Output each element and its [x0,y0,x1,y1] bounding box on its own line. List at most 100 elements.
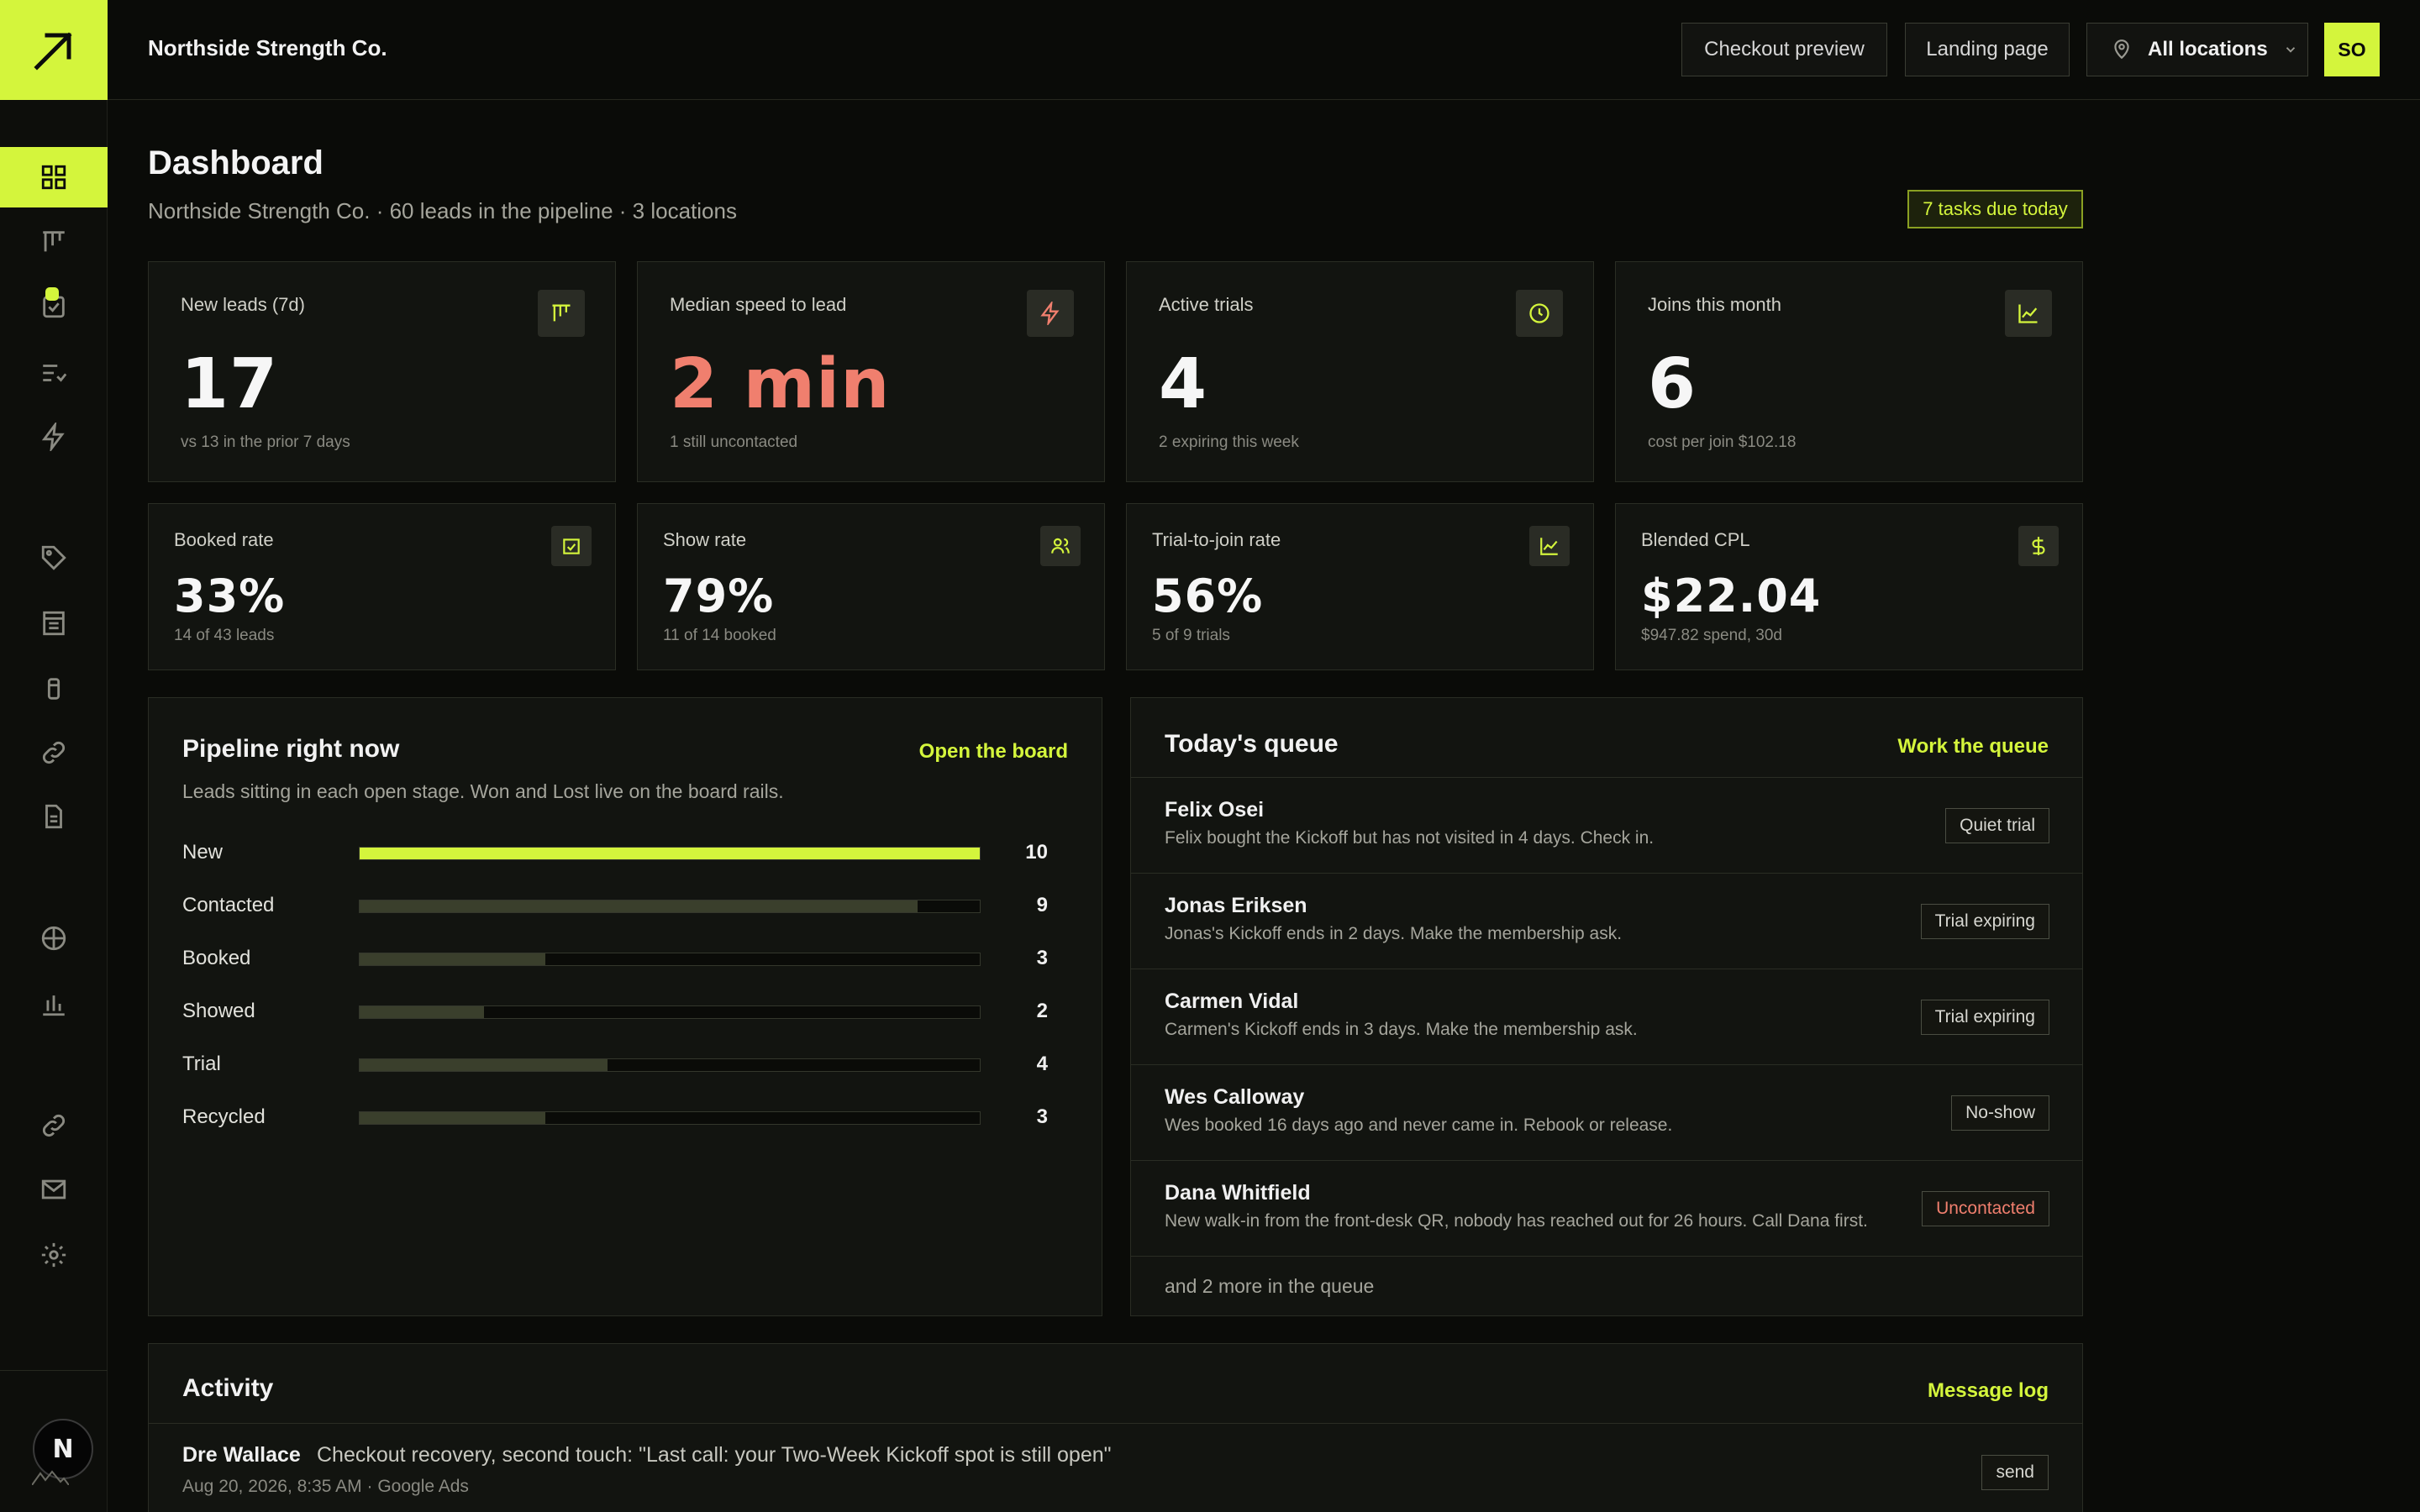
work-queue-link[interactable]: Work the queue [1897,735,2049,759]
map-pin-icon [2114,39,2129,60]
page-subtitle: Northside Strength Co. · 60 leads in the… [148,198,737,223]
stat-note: 2 expiring this week [1159,433,1299,451]
sidebar-item-reports[interactable] [0,974,108,1034]
queue-item-name: Carmen Vidal [1165,990,1299,1013]
pipeline-stage-label: Contacted [182,894,275,916]
queue-item-tag: Trial expiring [1920,904,2049,939]
stat-icon [538,290,585,337]
landing-page-button[interactable]: Landing page [1905,23,2070,76]
bolt-icon [1040,302,1060,325]
sidebar-item-links[interactable] [0,722,108,783]
stat-card-joins: Joins this month 6 cost per join $102.18 [1615,261,2083,482]
stat-note: 5 of 9 trials [1152,627,1230,644]
stat-card-trial-to-join: Trial-to-join rate 56% 5 of 9 trials [1126,503,1594,670]
pipeline-bar-fill [360,848,980,859]
stat-label: Booked rate [174,529,274,550]
queue-item-description: Carmen's Kickoff ends in 3 days. Make th… [1165,1020,1638,1039]
queue-more-text: and 2 more in the queue [1165,1275,1375,1297]
pipeline-bar-fill [360,1112,545,1124]
stat-label: Blended CPL [1641,529,1750,550]
stat-label: Active trials [1159,294,1254,315]
bolt-icon [41,423,65,451]
queue-more-row[interactable]: and 2 more in the queue [1131,1256,2083,1315]
mountain-logo-icon [32,1470,69,1485]
queue-item[interactable]: Dana Whitfield New walk-in from the front… [1131,1160,2083,1256]
sidebar-item-devices[interactable] [0,659,108,719]
queue-item-tag: Uncontacted [1922,1191,2049,1226]
sidebar-item-board[interactable] [0,212,108,272]
trend-chart-icon [2018,304,2038,323]
sidebar-item-documents[interactable] [0,786,108,847]
message-log-link[interactable]: Message log [1928,1379,2049,1403]
sidebar-item-tasks[interactable] [0,276,108,336]
sidebar-item-queue[interactable] [0,343,108,403]
pipeline-description: Leads sitting in each open stage. Won an… [182,780,784,802]
app-logo[interactable] [0,0,108,100]
sidebar-item-forms[interactable] [0,593,108,654]
stat-card-active-trials: Active trials 4 2 expiring this week [1126,261,1594,482]
queue-item-description: Jonas's Kickoff ends in 2 days. Make the… [1165,924,1623,943]
activity-contact-name: Dre Wallace [182,1443,301,1467]
sidebar-item-offers[interactable] [0,528,108,588]
stat-icon [551,526,592,566]
sidebar-item-automations[interactable] [0,407,108,467]
sidebar-divider [0,1370,108,1371]
stat-icon [2018,526,2059,566]
queue-item[interactable]: Wes Calloway Wes booked 16 days ago and n… [1131,1064,2083,1160]
sidebar-item-sites[interactable] [0,908,108,969]
pipeline-stage-label: Recycled [182,1105,266,1128]
queue-item-name: Felix Osei [1165,798,1265,822]
pipeline-stage-count: 9 [1036,894,1048,916]
chevron-down-icon [2286,47,2295,53]
org-name: Northside Strength Co. [148,35,387,60]
queue-item[interactable]: Jonas Eriksen Jonas's Kickoff ends in 2 d… [1131,873,2083,969]
stat-note: cost per join $102.18 [1648,433,1797,451]
sidebar-item-messages[interactable] [0,1159,108,1220]
queue-item[interactable]: Carmen Vidal Carmen's Kickoff ends in 3 d… [1131,969,2083,1064]
stat-icon [1040,526,1081,566]
location-select[interactable]: All locations [2086,23,2308,76]
tag-icon [41,545,66,570]
pipeline-stage-count: 4 [1036,1053,1048,1075]
pipeline-title: Pipeline right now [182,735,400,763]
queue-item-name: Jonas Eriksen [1165,894,1307,917]
pipeline-stage-count: 2 [1036,1000,1048,1022]
stat-value: 56% [1152,570,1264,622]
stat-label: Show rate [663,529,747,550]
sidebar-item-settings[interactable] [0,1225,108,1285]
queue-item-description: Felix bought the Kickoff but has not vis… [1165,828,1655,848]
sidebar-item-integrations[interactable] [0,1095,108,1156]
bar-chart-icon [43,995,65,1016]
dollar-icon [2032,537,2045,555]
queue-item-tag: Trial expiring [1920,1000,2049,1035]
mail-icon [41,1179,66,1200]
stat-note: 14 of 43 leads [174,627,275,644]
integrations-link-icon [42,1114,66,1137]
stat-icon [1516,290,1563,337]
pipeline-bar-track [359,847,981,860]
stat-icon [2005,290,2052,337]
checkout-preview-button[interactable]: Checkout preview [1681,23,1887,76]
stat-card-show-rate: Show rate 79% 11 of 14 booked [637,503,1105,670]
activity-type-badge: send [1981,1455,2049,1490]
sidebar-item-dashboard[interactable] [0,147,108,207]
pipeline-bar-fill [360,953,545,965]
queue-item[interactable]: Felix Osei Felix bought the Kickoff but h… [1131,777,2083,873]
device-icon [47,678,60,700]
stat-icon [1027,290,1074,337]
pipeline-bar-fill [360,1059,608,1071]
open-board-link[interactable]: Open the board [919,740,1068,764]
location-select-label: All locations [2148,38,2268,60]
board-icon [43,231,65,252]
pipeline-bar-track [359,900,981,913]
stat-value: 6 [1648,344,1697,424]
activity-title: Activity [182,1374,274,1402]
stat-label: Joins this month [1648,294,1781,315]
pipeline-stage-label: Trial [182,1053,221,1075]
pipeline-panel: Pipeline right now Open the board Leads … [148,697,1102,1316]
stat-value: $22.04 [1641,570,1822,622]
stat-card-new-leads: New leads (7d) 17 vs 13 in the prior 7 d… [148,261,616,482]
user-avatar[interactable]: SO [2324,23,2380,76]
tasks-due-badge[interactable]: 7 tasks due today [1907,190,2083,228]
queue-item-tag: Quiet trial [1945,808,2049,843]
